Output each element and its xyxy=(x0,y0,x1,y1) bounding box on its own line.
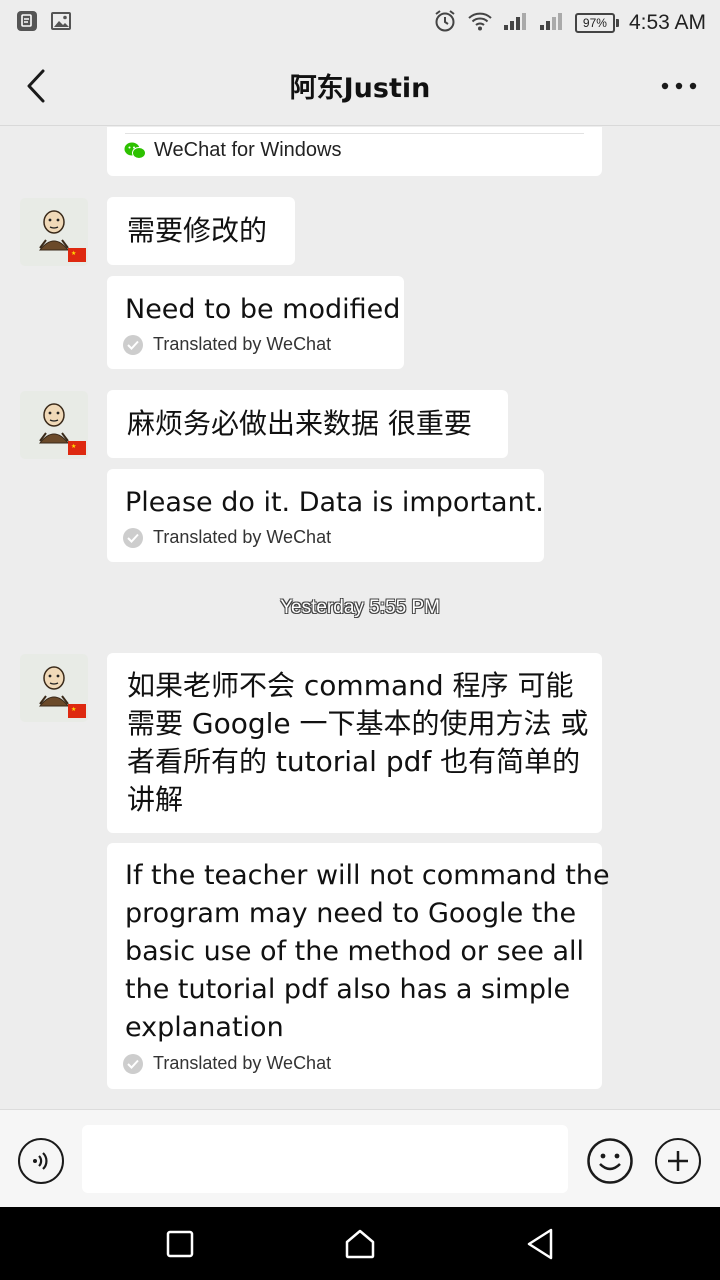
source-card-label: WeChat for Windows xyxy=(154,139,342,161)
message-bubble[interactable]: 需要修改的 xyxy=(107,197,295,265)
message-text: 麻烦务必做出来数据 很重要 xyxy=(127,407,472,440)
check-icon xyxy=(123,334,143,355)
message-text: 需要修改的 xyxy=(127,214,268,247)
system-back-button[interactable] xyxy=(515,1219,565,1269)
back-triangle-icon xyxy=(527,1228,553,1259)
status-bar: 97% 4:53 AM xyxy=(0,0,720,46)
message-line: 需要 Google 一下基本的使用方法 或 xyxy=(127,707,589,740)
back-button[interactable] xyxy=(16,66,56,106)
check-icon xyxy=(123,1053,143,1074)
message-line: 讲解 xyxy=(127,783,184,816)
translation-line: the tutorial pdf also has a simple xyxy=(125,974,571,1005)
message-input[interactable] xyxy=(82,1125,568,1193)
translation-text: Please do it. Data is important. xyxy=(125,487,544,518)
message-bubble[interactable]: 如果老师不会 command 程序 可能 需要 Google 一下基本的使用方法… xyxy=(107,653,602,833)
translation-line: program may need to Google the xyxy=(125,898,577,929)
translation-note: Translated by WeChat xyxy=(153,527,332,547)
recents-button[interactable] xyxy=(155,1219,205,1269)
emoji-icon xyxy=(587,1138,633,1184)
message-line: 如果老师不会 command 程序 可能 xyxy=(127,669,574,702)
translation-bubble[interactable]: Please do it. Data is important. Transla… xyxy=(107,469,544,562)
svg-text:★: ★ xyxy=(71,250,76,257)
translation-bubble[interactable]: Need to be modified Translated by WeChat xyxy=(107,276,404,369)
check-icon xyxy=(123,527,143,548)
home-button[interactable] xyxy=(335,1219,385,1269)
wifi-icon xyxy=(467,10,493,36)
translation-note: Translated by WeChat xyxy=(153,1053,332,1073)
translation-line: If the teacher will not command the xyxy=(125,860,610,891)
plus-button[interactable] xyxy=(655,1138,701,1184)
translation-text: Need to be modified xyxy=(125,294,401,325)
home-icon xyxy=(345,1229,375,1258)
message-bubble[interactable]: 麻烦务必做出来数据 很重要 xyxy=(107,390,508,458)
translation-note: Translated by WeChat xyxy=(153,334,332,354)
more-button[interactable] xyxy=(652,66,706,106)
battery-icon: 97% xyxy=(574,13,619,33)
chat-message-list[interactable]: WeChat for Windows ★ 需要修改的 Need to be mo… xyxy=(0,127,720,1109)
timestamp: Yesterday 5:55 PM xyxy=(280,597,440,618)
clock: 4:53 AM xyxy=(628,11,706,34)
plus-icon xyxy=(668,1151,688,1171)
system-navigation-bar xyxy=(0,1207,720,1280)
voice-button[interactable] xyxy=(18,1138,64,1184)
emoji-button[interactable] xyxy=(587,1138,633,1184)
input-bar xyxy=(0,1109,720,1207)
chat-header: 阿东Justin xyxy=(0,46,720,126)
recents-icon xyxy=(166,1230,194,1257)
chat-title: 阿东Justin xyxy=(289,73,431,104)
translation-line: explanation xyxy=(125,1012,284,1043)
notes-icon xyxy=(16,10,38,36)
signal-2-icon xyxy=(539,11,565,35)
avatar[interactable]: ★ xyxy=(20,198,88,266)
svg-text:★: ★ xyxy=(71,443,76,450)
translation-bubble[interactable]: If the teacher will not command the prog… xyxy=(107,843,610,1089)
voice-icon xyxy=(33,1152,48,1170)
more-dots-icon xyxy=(661,82,697,90)
source-card[interactable]: WeChat for Windows xyxy=(107,127,602,176)
svg-text:★: ★ xyxy=(71,706,76,713)
battery-level: 97% xyxy=(574,13,615,33)
avatar[interactable]: ★ xyxy=(20,654,88,722)
translation-line: basic use of the method or see all xyxy=(125,936,585,967)
message-line: 者看所有的 tutorial pdf 也有简单的 xyxy=(127,745,581,778)
avatar[interactable]: ★ xyxy=(20,391,88,459)
alarm-icon xyxy=(433,9,457,37)
wechat-logo-icon xyxy=(124,142,146,159)
signal-icon xyxy=(503,11,529,35)
gallery-icon xyxy=(50,10,72,36)
back-arrow-icon xyxy=(27,69,45,103)
